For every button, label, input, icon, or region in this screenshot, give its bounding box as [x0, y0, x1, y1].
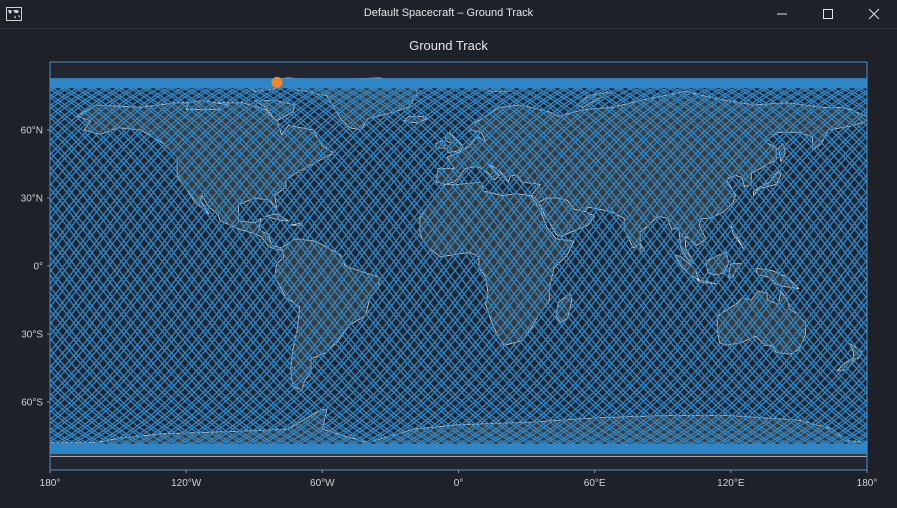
y-tick-label: 30°S [21, 330, 43, 341]
y-axis-ticks: 60°N 30°N 0° 30°S 60°S [21, 126, 50, 409]
y-tick-label: 30°N [21, 194, 43, 205]
x-axis-ticks: 180° 120°W 60°W 0° 60°E 120°E 180° [40, 470, 878, 489]
x-tick-label: 180° [40, 478, 61, 489]
x-tick-label: 120°E [717, 478, 745, 489]
y-tick-label: 60°S [21, 398, 43, 409]
x-tick-label: 120°W [171, 478, 202, 489]
spacecraft-position-marker[interactable] [271, 76, 283, 88]
ground-track-map[interactable]: 180° 120°W 60°W 0° 60°E 120°E 180° 60°N 30°N 0° 3… [0, 0, 897, 508]
y-tick-label: 0° [33, 262, 43, 273]
marker-layer [271, 76, 283, 88]
x-tick-label: 60°E [584, 478, 606, 489]
x-tick-label: 60°W [310, 478, 335, 489]
track-turnaround-band-north [50, 78, 867, 89]
y-tick-label: 60°N [21, 126, 43, 137]
x-tick-label: 180° [857, 478, 878, 489]
track-turnaround-band-south [50, 443, 867, 454]
x-tick-label: 0° [454, 478, 464, 489]
